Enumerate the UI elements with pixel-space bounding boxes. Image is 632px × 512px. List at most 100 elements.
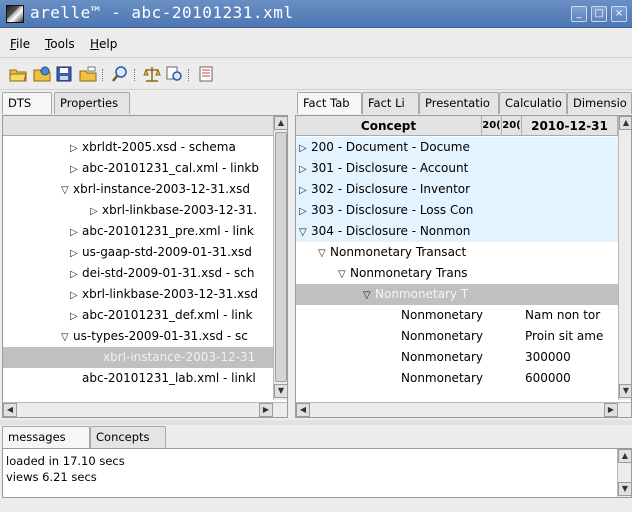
table-vertical-scrollbar[interactable]: ▲ ▼ (618, 116, 631, 400)
table-row[interactable]: ▷ 200 - Document - Docume (296, 137, 618, 158)
maximize-button[interactable]: □ (591, 6, 607, 22)
expand-icon[interactable]: ▷ (299, 180, 311, 200)
expand-icon[interactable]: ▷ (90, 201, 102, 221)
expand-icon[interactable]: ▷ (70, 264, 82, 284)
pane-splitter[interactable] (0, 420, 632, 425)
expand-icon[interactable]: ▷ (70, 222, 82, 242)
tab-concepts[interactable]: Concepts (90, 426, 166, 448)
tab-calculation[interactable]: Calculatio (499, 92, 567, 114)
expand-icon[interactable]: ▷ (299, 159, 311, 179)
table-row[interactable]: ▷ 303 - Disclosure - Loss Con (296, 200, 618, 221)
tab-presentation[interactable]: Presentatio (419, 92, 499, 114)
scroll-thumb[interactable] (275, 132, 287, 382)
column-header-period[interactable]: 20( (482, 116, 502, 136)
tab-dts[interactable]: DTS (2, 92, 52, 114)
table-row[interactable]: ▽ Nonmonetary Transact (296, 242, 618, 263)
expand-icon[interactable]: ▷ (299, 201, 311, 221)
menu-tools[interactable]: Tools (45, 37, 75, 51)
menu-file[interactable]: File (10, 37, 30, 51)
tree-horizontal-scrollbar[interactable]: ◀ ▶ (3, 402, 287, 417)
scroll-up-button[interactable]: ▲ (619, 116, 631, 130)
title-bar: arelle™ - abc-20101231.xml _ □ × (0, 0, 632, 28)
scroll-left-button[interactable]: ◀ (3, 403, 17, 417)
tree-node[interactable]: ▷ abc-20101231_pre.xml - link (3, 221, 273, 242)
scroll-down-button[interactable]: ▼ (618, 482, 631, 496)
expand-icon[interactable]: ▷ (70, 159, 82, 179)
tree-node[interactable]: ▷ xbrl-linkbase-2003-12-31.xsd (3, 284, 273, 305)
collapse-icon[interactable]: ▽ (299, 222, 311, 242)
table-horizontal-scrollbar[interactable]: ◀ ▶ (296, 402, 631, 417)
scroll-left-button[interactable]: ◀ (296, 403, 310, 417)
menu-help[interactable]: Help (90, 37, 117, 51)
tree-node[interactable]: ▽ xbrl-instance-2003-12-31.xsd (3, 179, 273, 200)
scroll-up-button[interactable]: ▲ (274, 116, 287, 130)
table-row[interactable]: ▷ 301 - Disclosure - Account (296, 158, 618, 179)
toolbar-separator (188, 69, 189, 81)
table-row[interactable]: Nonmonetary Nam non tor (296, 305, 618, 326)
collapse-icon[interactable]: ▽ (61, 327, 73, 347)
tree-vertical-scrollbar[interactable]: ▲ ▼ (273, 116, 287, 400)
scroll-up-button[interactable]: ▲ (618, 449, 631, 463)
toolbar-separator (102, 69, 103, 81)
scroll-down-button[interactable]: ▼ (619, 384, 631, 398)
tab-properties[interactable]: Properties (54, 92, 130, 114)
tree-node[interactable]: ▽ us-types-2009-01-31.xsd - sc (3, 326, 273, 347)
toolbar-separator (134, 69, 135, 81)
fact-value: 300000 (525, 350, 571, 364)
table-row[interactable]: ▽ 304 - Disclosure - Nonmon (296, 221, 618, 242)
open-folder-icon[interactable] (8, 64, 28, 84)
fact-value: Nam non tor (525, 308, 601, 322)
window-title: arelle™ - abc-20101231.xml (30, 3, 294, 22)
column-header-period[interactable]: 20( (502, 116, 522, 136)
expand-icon[interactable]: ▷ (70, 138, 82, 158)
collapse-icon[interactable]: ▽ (363, 285, 375, 305)
tree-node[interactable]: ▷ us-gaap-std-2009-01-31.xsd (3, 242, 273, 263)
table-row-selected[interactable]: ▽ Nonmonetary T (296, 284, 618, 305)
messages-panel: loaded in 17.10 secs views 6.21 secs ▲ ▼ (2, 448, 632, 498)
arelle-app-icon (6, 5, 24, 23)
expand-icon[interactable]: ▷ (70, 306, 82, 326)
tab-dimensions[interactable]: Dimensio (567, 92, 632, 114)
expand-icon[interactable]: ▷ (70, 285, 82, 305)
collapse-icon[interactable]: ▽ (338, 264, 350, 284)
table-row[interactable]: ▷ 302 - Disclosure - Inventor (296, 179, 618, 200)
fact-value: 600000 (525, 371, 571, 385)
table-row[interactable]: Nonmonetary Proin sit ame (296, 326, 618, 347)
save-icon[interactable] (54, 64, 74, 84)
table-row[interactable]: Nonmonetary 600000 (296, 368, 618, 389)
message-line: views 6.21 secs (6, 470, 97, 484)
open-web-icon[interactable] (32, 64, 52, 84)
scroll-right-button[interactable]: ▶ (604, 403, 618, 417)
tab-fact-table[interactable]: Fact Tab (297, 92, 362, 114)
close-window-button[interactable]: × (611, 6, 627, 22)
expand-icon[interactable]: ▷ (299, 138, 311, 158)
tree-node[interactable]: ▷ xbrl-linkbase-2003-12-31. (3, 200, 273, 221)
find-icon[interactable] (110, 64, 130, 84)
tree-column-header[interactable] (3, 116, 273, 136)
compare-icon[interactable] (164, 64, 184, 84)
tab-messages[interactable]: messages (2, 426, 90, 448)
column-header-concept[interactable]: Concept (296, 116, 482, 136)
tree-node-selected[interactable]: xbrl-instance-2003-12-31 (3, 347, 273, 368)
expand-icon[interactable]: ▷ (70, 243, 82, 263)
scroll-right-button[interactable]: ▶ (259, 403, 273, 417)
column-header-period[interactable]: 2010-12-31 (522, 116, 618, 136)
view-icon[interactable] (196, 64, 216, 84)
validate-icon[interactable] (142, 64, 162, 84)
table-row[interactable]: Nonmonetary 300000 (296, 347, 618, 368)
collapse-icon[interactable]: ▽ (61, 180, 73, 200)
toolbar (0, 58, 632, 90)
menu-bar: File Tools Help (0, 28, 632, 58)
minimize-button[interactable]: _ (571, 6, 587, 22)
tree-node[interactable]: ▷ xbrldt-2005.xsd - schema (3, 137, 273, 158)
table-row[interactable]: ▽ Nonmonetary Trans (296, 263, 618, 284)
tree-node[interactable]: abc-20101231_lab.xml - linkl (3, 368, 273, 389)
tree-node[interactable]: ▷ abc-20101231_def.xml - link (3, 305, 273, 326)
tree-node[interactable]: ▷ abc-20101231_cal.xml - linkb (3, 158, 273, 179)
collapse-icon[interactable]: ▽ (318, 243, 330, 263)
scroll-down-button[interactable]: ▼ (274, 384, 287, 398)
messages-vertical-scrollbar[interactable]: ▲ ▼ (617, 449, 631, 497)
tree-node[interactable]: ▷ dei-std-2009-01-31.xsd - sch (3, 263, 273, 284)
close-icon[interactable] (78, 64, 98, 84)
tab-fact-list[interactable]: Fact Li (362, 92, 419, 114)
